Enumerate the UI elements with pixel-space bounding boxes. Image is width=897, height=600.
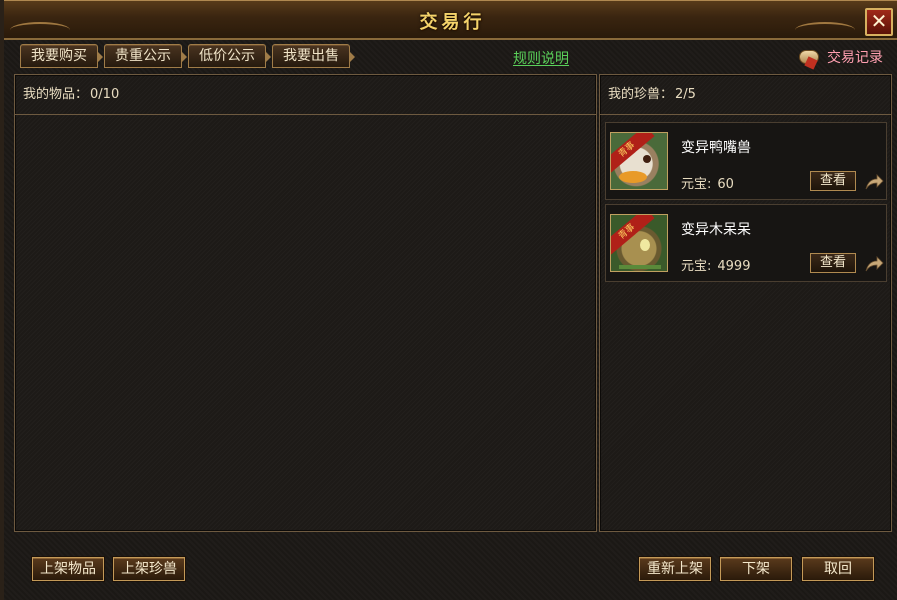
pet-portrait: 青事	[610, 214, 668, 272]
pet-name: 变异木呆呆	[681, 222, 751, 238]
pet-price-value: 4999	[717, 259, 751, 274]
tab-lowprice-notice[interactable]: 低价公示	[188, 44, 271, 68]
wood-creature-icon	[619, 239, 661, 269]
view-button[interactable]: 查看	[810, 171, 856, 191]
pet-price-label: 元宝:	[681, 177, 712, 192]
pet-portrait: 青事	[610, 132, 668, 190]
pet-price-label: 元宝:	[681, 259, 712, 274]
view-button[interactable]: 查看	[810, 253, 856, 273]
list-item-button[interactable]: 上架物品	[32, 557, 104, 581]
pet-card[interactable]: 青事 变异木呆呆 元宝: 4999 查看	[605, 204, 887, 282]
pet-price: 元宝: 4999	[681, 255, 750, 274]
tab-sell[interactable]: 我要出售	[272, 44, 355, 68]
my-items-panel: 我的物品： 0/10	[14, 74, 597, 532]
close-icon: ✕	[870, 9, 888, 33]
my-pets-header: 我的珍兽： 2/5	[600, 75, 891, 115]
rules-link[interactable]: 规则说明	[513, 48, 569, 68]
close-button[interactable]: ✕	[865, 8, 893, 36]
my-pets-panel: 我的珍兽： 2/5 青事 变异鸭嘴兽 元宝: 60 查看 青事 变异木呆呆 元宝…	[599, 74, 892, 532]
window-title: 交易行	[419, 12, 486, 33]
delist-button[interactable]: 下架	[720, 557, 792, 581]
trading-window: 交易行 ✕ 我要购买 贵重公示 低价公示 我要出售 规则说明 交易记录 我的物品…	[0, 0, 897, 600]
tab-valuable-notice[interactable]: 贵重公示	[104, 44, 187, 68]
trade-log-button[interactable]: 交易记录	[797, 44, 883, 70]
trade-log-label: 交易记录	[827, 50, 883, 66]
tab-buy[interactable]: 我要购买	[20, 44, 103, 68]
share-arrow-icon[interactable]	[864, 173, 884, 191]
list-pet-button[interactable]: 上架珍兽	[113, 557, 185, 581]
title-bar: 交易行 ✕	[4, 0, 897, 40]
tab-bar: 我要购买 贵重公示 低价公示 我要出售	[20, 44, 355, 68]
share-arrow-icon[interactable]	[864, 255, 884, 273]
pet-price-value: 60	[717, 177, 734, 192]
pet-price: 元宝: 60	[681, 173, 734, 192]
retrieve-button[interactable]: 取回	[802, 557, 874, 581]
my-pets-count: 2/5	[675, 87, 696, 102]
relist-button[interactable]: 重新上架	[639, 557, 711, 581]
pet-name: 变异鸭嘴兽	[681, 140, 751, 156]
pet-card[interactable]: 青事 变异鸭嘴兽 元宝: 60 查看	[605, 122, 887, 200]
my-pets-label: 我的珍兽：	[608, 87, 674, 102]
my-items-header: 我的物品： 0/10	[15, 75, 596, 115]
my-items-label: 我的物品：	[23, 87, 89, 102]
my-items-count: 0/10	[90, 87, 120, 102]
scroll-icon	[797, 46, 823, 70]
duck-icon	[619, 155, 651, 183]
